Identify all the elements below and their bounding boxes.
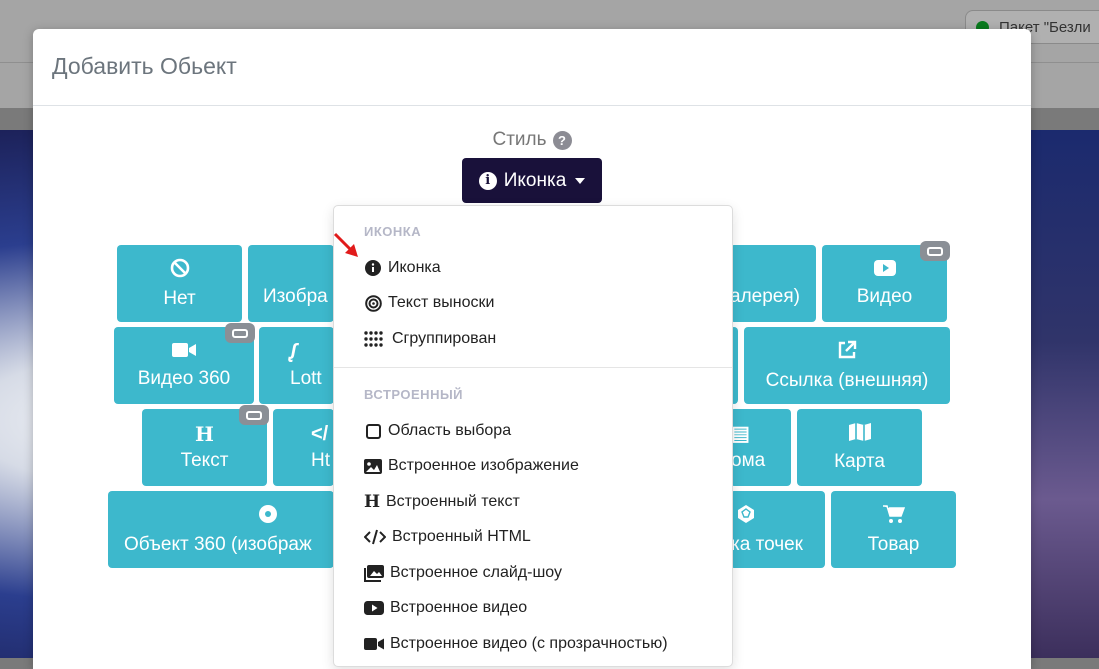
youtube-icon <box>873 259 896 280</box>
tile-image[interactable]: ▣ Изобра <box>248 245 334 322</box>
vr-headset-icon <box>239 405 269 425</box>
menu-item-label: Текст выноски <box>388 294 495 311</box>
ban-icon <box>170 258 190 282</box>
info-circle-icon <box>364 259 382 277</box>
tile-html[interactable]: </ Ht <box>273 409 334 486</box>
menu-item-embedded-slideshow[interactable]: Встроенное слайд-шоу <box>364 564 562 582</box>
tile-label: Объект 360 (изображ <box>124 533 312 555</box>
tile-label: ома <box>731 449 766 471</box>
bullseye-icon <box>364 294 382 312</box>
menu-item-embedded-video[interactable]: Встроенное видео <box>364 599 527 617</box>
style-label-group: Стиль ? <box>492 129 572 151</box>
tile-none[interactable]: Нет <box>117 245 242 322</box>
lottie-icon: ᶘ <box>290 340 297 363</box>
menu-item-label: Сгруппирован <box>392 330 497 347</box>
point-cloud-icon <box>736 504 756 528</box>
caret-down-icon <box>575 177 586 184</box>
tile-label: Видео <box>856 285 913 307</box>
menu-item-embedded-text[interactable]: H Встроенный текст <box>363 492 520 512</box>
tile-lottie[interactable]: ᶘ Lott <box>259 327 334 404</box>
style-dropdown-button[interactable]: i Иконка <box>462 158 602 203</box>
dropdown-section-header-icon: ИКОНКА <box>364 224 422 239</box>
tile-external-link[interactable]: Ссылка (внешняя) <box>744 327 950 404</box>
tile-label: Видео 360 <box>137 367 231 389</box>
document-icon: ▤ <box>731 422 750 445</box>
menu-item-label: Встроенный текст <box>386 493 520 510</box>
menu-item-embedded-html[interactable]: Встроенный HTML <box>364 528 531 546</box>
tile-label: ка точек <box>731 533 803 555</box>
tile-label: Нет <box>163 287 196 309</box>
menu-item-icon[interactable]: Иконка <box>364 259 441 277</box>
menu-item-grouped[interactable]: Сгруппирован <box>364 330 496 348</box>
menu-item-callout-text[interactable]: Текст выноски <box>364 294 494 312</box>
modal-header: Добавить Обьект <box>33 29 1031 106</box>
menu-item-embedded-video-transparent[interactable]: Встроенное видео (с прозрачностью) <box>364 635 668 653</box>
menu-item-embedded-image[interactable]: Встроенное изображение <box>364 457 579 475</box>
dropdown-section-header-embedded: ВСТРОЕННЫЙ <box>364 387 464 402</box>
image-icon <box>364 457 382 475</box>
menu-item-label: Встроенное видео <box>390 599 528 616</box>
style-dropdown-menu: ИКОНКА Иконка Текст выноски Сгруппирован… <box>333 205 733 667</box>
red-arrow-icon <box>333 232 358 257</box>
hero-background-right <box>1029 130 1099 658</box>
style-row: Стиль ? <box>33 129 1031 151</box>
video-camera-icon <box>172 342 196 362</box>
cart-icon <box>882 504 905 528</box>
tile-gallery[interactable]: ▣ алерея) <box>730 245 816 322</box>
vr-headset-icon <box>225 323 255 343</box>
tile-map[interactable]: Карта <box>797 409 922 486</box>
tile-label: Карта <box>834 450 885 472</box>
question-circle-icon[interactable]: ? <box>552 130 572 150</box>
vr-headset-icon <box>920 241 950 261</box>
code-icon <box>364 528 386 546</box>
video-camera-icon <box>364 635 384 653</box>
square-outline-icon <box>364 422 382 440</box>
code-icon: </ <box>311 422 329 445</box>
images-icon <box>364 564 384 582</box>
style-button-label: Иконка <box>503 169 567 191</box>
menu-item-label: Встроенный HTML <box>392 528 531 545</box>
menu-item-label: Встроенное видео (с прозрачностью) <box>390 635 668 652</box>
tile-label: Текст <box>180 449 229 471</box>
heading-icon: H <box>195 421 214 446</box>
youtube-icon <box>364 599 384 617</box>
tile-label: Lott <box>290 367 322 389</box>
tile-label: Изобра <box>263 285 328 307</box>
menu-item-label: Область выбора <box>388 422 512 439</box>
menu-item-label: Встроенное изображение <box>388 457 579 474</box>
heading-icon: H <box>363 492 381 512</box>
tile-product[interactable]: Товар <box>831 491 956 568</box>
disc-icon <box>258 504 278 528</box>
tile-point-cloud[interactable]: ка точек <box>730 491 825 568</box>
modal-title: Добавить Обьект <box>52 53 237 79</box>
tile-label: Ссылка (внешняя) <box>765 369 929 391</box>
map-icon <box>848 422 871 445</box>
grid-dots-icon <box>364 330 386 348</box>
tile-object-360[interactable]: Объект 360 (изображ <box>108 491 334 568</box>
menu-item-label: Иконка <box>388 259 441 276</box>
tile-label: Товар <box>867 533 920 555</box>
tile-label: Ht <box>311 449 330 471</box>
tile-label: алерея) <box>730 285 800 307</box>
tile-document[interactable]: ▤ ома <box>730 409 791 486</box>
style-label: Стиль <box>492 129 547 150</box>
info-circle-icon: i <box>478 171 497 190</box>
external-link-icon <box>837 340 857 364</box>
menu-item-label: Встроенное слайд-шоу <box>390 564 562 581</box>
dropdown-divider <box>334 367 732 368</box>
menu-item-selection-area[interactable]: Область выбора <box>364 422 511 440</box>
